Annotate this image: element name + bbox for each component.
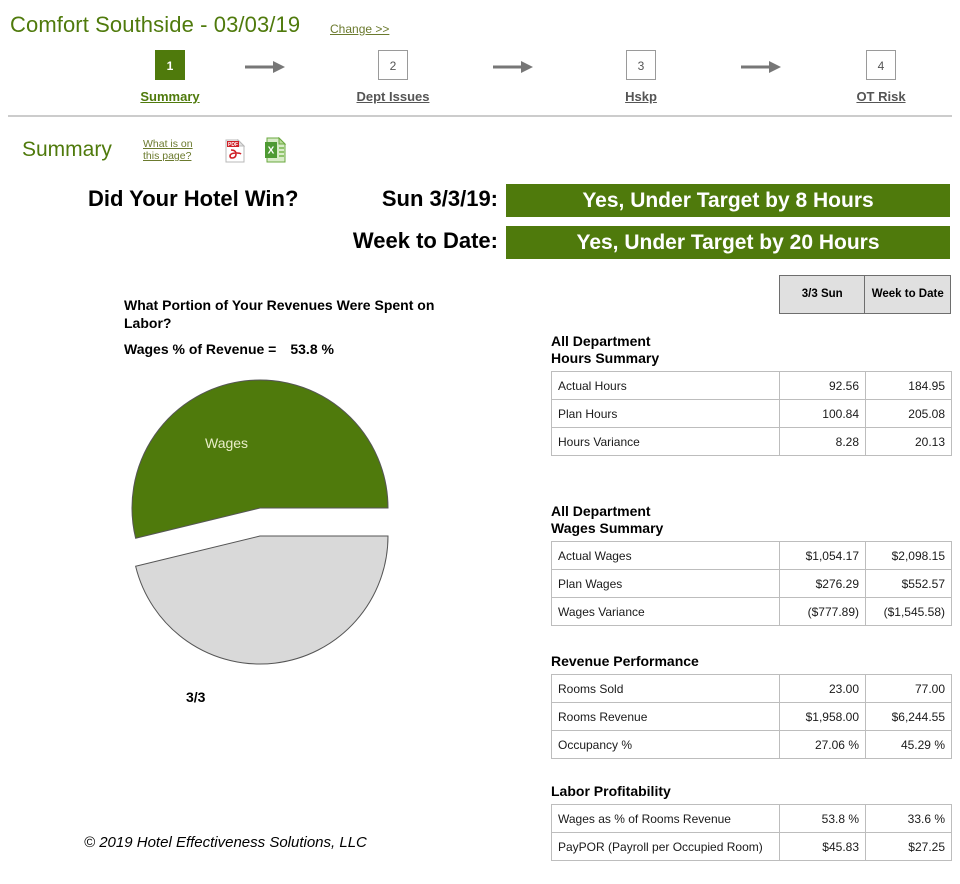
cell-day: 92.56 — [779, 371, 866, 400]
step-number-2: 2 — [378, 50, 408, 80]
cell-day: ($777.89) — [779, 597, 866, 626]
row-label: Rooms Sold — [551, 674, 780, 703]
cell-day: 100.84 — [779, 399, 866, 428]
wizard-arrow-2-icon — [483, 56, 543, 76]
cell-day: $45.83 — [779, 832, 866, 861]
table-row: Plan Wages $276.29 $552.57 — [551, 569, 952, 598]
table-title-labor-profitability: Labor Profitability — [551, 783, 671, 799]
cell-day: 8.28 — [779, 427, 866, 456]
column-header-row: 3/3 Sun Week to Date — [778, 275, 951, 314]
svg-text:PDF: PDF — [228, 142, 238, 148]
step-label-hskp[interactable]: Hskp — [581, 89, 701, 104]
wizard-step-dept-issues[interactable]: 2 Dept Issues — [333, 50, 453, 104]
pie-chart-date-label: 3/3 — [186, 689, 206, 705]
row-label: PayPOR (Payroll per Occupied Room) — [551, 832, 780, 861]
table-block-revenue-performance: Revenue Performance Rooms Sold 23.00 77.… — [551, 653, 952, 759]
step-number-4: 4 — [866, 50, 896, 80]
excel-export-icon[interactable]: X — [264, 136, 288, 163]
cell-wtd: 45.29 % — [865, 730, 952, 759]
row-label: Hours Variance — [551, 427, 780, 456]
cell-wtd: 205.08 — [865, 399, 952, 428]
table-row: Rooms Revenue $1,958.00 $6,244.55 — [551, 702, 952, 731]
pie-slice-other — [135, 535, 389, 665]
pie-slice-label-wages: Wages — [205, 435, 249, 451]
pdf-export-icon[interactable]: PDF — [224, 138, 246, 163]
wizard-step-ot-risk[interactable]: 4 OT Risk — [821, 50, 941, 104]
cell-wtd: $2,098.15 — [865, 541, 952, 570]
cell-wtd: $27.25 — [865, 832, 952, 861]
table-row: Occupancy % 27.06 % 45.29 % — [551, 730, 952, 759]
table-labor-profitability: Wages as % of Rooms Revenue 53.8 % 33.6 … — [551, 804, 952, 861]
cell-wtd: $552.57 — [865, 569, 952, 598]
win-row-label-week-to-date: Week to Date: — [352, 228, 498, 253]
pie-slice-wages — [131, 379, 389, 539]
hotel-title: Comfort Southside - 03/03/19 — [10, 12, 301, 37]
pie-chart-svg — [131, 379, 389, 665]
cell-day: 27.06 % — [779, 730, 866, 759]
win-result-banner-week-to-date: Yes, Under Target by 20 Hours — [506, 226, 950, 259]
header-divider — [8, 115, 952, 117]
cell-day: $1,054.17 — [779, 541, 866, 570]
wages-percent-of-revenue-stat: Wages % of Revenue = 53.8 % — [124, 341, 334, 357]
table-row: Plan Hours 100.84 205.08 — [551, 399, 952, 428]
table-row: Wages as % of Rooms Revenue 53.8 % 33.6 … — [551, 804, 952, 833]
wages-percent-label: Wages % of Revenue = — [124, 341, 277, 357]
cell-day: $1,958.00 — [779, 702, 866, 731]
page-header: Comfort Southside - 03/03/19 Change >> 1… — [0, 0, 960, 118]
table-block-labor-profitability: Labor Profitability Wages as % of Rooms … — [551, 783, 952, 861]
cell-day: 23.00 — [779, 674, 866, 703]
wages-percent-value: 53.8 % — [290, 341, 334, 357]
wages-pie-chart — [110, 372, 410, 672]
cell-wtd: 184.95 — [865, 371, 952, 400]
row-label: Plan Hours — [551, 399, 780, 428]
table-title-revenue-performance: Revenue Performance — [551, 653, 699, 669]
table-row: Actual Hours 92.56 184.95 — [551, 371, 952, 400]
copyright-text: © 2019 Hotel Effectiveness Solutions, LL… — [84, 834, 367, 851]
table-block-wages-summary: All Department Wages Summary Actual Wage… — [551, 503, 952, 626]
table-wages-summary: Actual Wages $1,054.17 $2,098.15 Plan Wa… — [551, 541, 952, 626]
table-row: PayPOR (Payroll per Occupied Room) $45.8… — [551, 832, 952, 861]
change-property-link[interactable]: Change >> — [330, 22, 389, 36]
row-label: Actual Wages — [551, 541, 780, 570]
step-label-dept-issues[interactable]: Dept Issues — [333, 89, 453, 104]
cell-wtd: 20.13 — [865, 427, 952, 456]
table-row: Rooms Sold 23.00 77.00 — [551, 674, 952, 703]
cell-wtd: 33.6 % — [865, 804, 952, 833]
win-result-banner-day: Yes, Under Target by 8 Hours — [506, 184, 950, 217]
table-title-hours-summary: All Department Hours Summary — [551, 333, 660, 366]
row-label: Actual Hours — [551, 371, 780, 400]
row-label: Wages Variance — [551, 597, 780, 626]
cell-day: $276.29 — [779, 569, 866, 598]
table-row: Wages Variance ($777.89) ($1,545.58) — [551, 597, 952, 626]
step-number-1: 1 — [155, 50, 185, 80]
table-row: Hours Variance 8.28 20.13 — [551, 427, 952, 456]
table-hours-summary: Actual Hours 92.56 184.95 Plan Hours 100… — [551, 371, 952, 456]
wizard-arrow-3-icon — [731, 56, 791, 76]
cell-wtd: ($1,545.58) — [865, 597, 952, 626]
step-number-3: 3 — [626, 50, 656, 80]
column-header-week-to-date: Week to Date — [864, 275, 951, 314]
column-header-day: 3/3 Sun — [778, 275, 866, 314]
row-label: Occupancy % — [551, 730, 780, 759]
row-label: Rooms Revenue — [551, 702, 780, 731]
page-title: Summary — [22, 138, 112, 161]
table-block-hours-summary: All Department Hours Summary Actual Hour… — [551, 333, 952, 456]
row-label: Wages as % of Rooms Revenue — [551, 804, 780, 833]
wizard-arrow-1-icon — [235, 56, 295, 76]
win-row-label-day: Sun 3/3/19: — [381, 186, 498, 211]
what-is-on-this-page-link[interactable]: What is on this page? — [143, 138, 205, 162]
wizard-step-hskp[interactable]: 3 Hskp — [581, 50, 701, 104]
svg-text:X: X — [268, 146, 275, 157]
wizard-step-summary[interactable]: 1 Summary — [110, 50, 230, 104]
table-row: Actual Wages $1,054.17 $2,098.15 — [551, 541, 952, 570]
row-label: Plan Wages — [551, 569, 780, 598]
pie-chart-question: What Portion of Your Revenues Were Spent… — [124, 297, 435, 331]
cell-wtd: 77.00 — [865, 674, 952, 703]
step-label-summary[interactable]: Summary — [110, 89, 230, 104]
table-title-wages-summary: All Department Wages Summary — [551, 503, 664, 536]
cell-wtd: $6,244.55 — [865, 702, 952, 731]
cell-day: 53.8 % — [779, 804, 866, 833]
step-label-ot-risk[interactable]: OT Risk — [821, 89, 941, 104]
table-revenue-performance: Rooms Sold 23.00 77.00 Rooms Revenue $1,… — [551, 674, 952, 759]
